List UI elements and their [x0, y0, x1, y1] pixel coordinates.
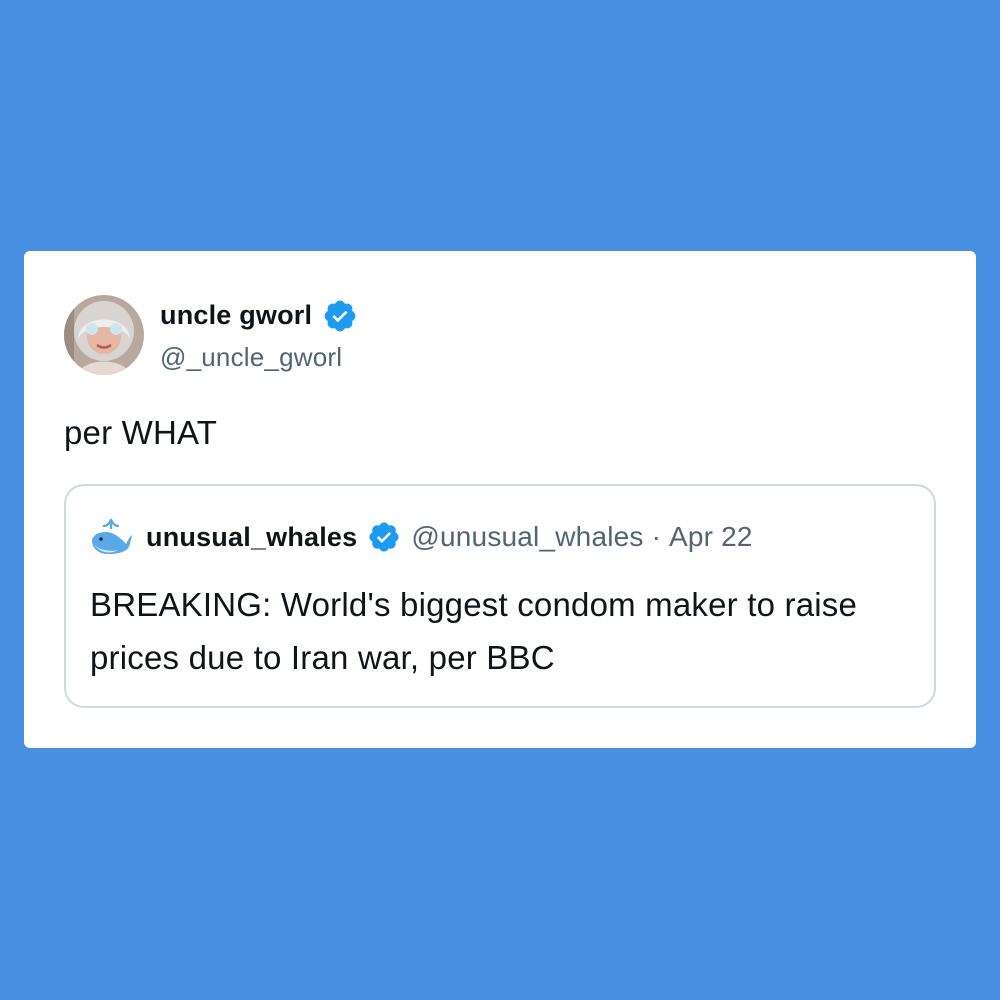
author-text: uncle gworl @_uncle_gworl: [160, 298, 358, 373]
display-name[interactable]: uncle gworl: [160, 300, 312, 331]
profile-photo-icon: [64, 295, 144, 375]
verified-badge-icon: [322, 298, 358, 334]
quoted-tweet[interactable]: unusual_whales @unusual_whales · Apr 22 …: [64, 484, 936, 708]
avatar[interactable]: [64, 295, 144, 375]
whale-emoji-icon: [88, 514, 134, 560]
author-handle[interactable]: @_uncle_gworl: [160, 342, 358, 373]
separator-dot: ·: [651, 521, 661, 552]
name-row: uncle gworl: [160, 298, 358, 334]
quoted-tweet-header: unusual_whales @unusual_whales · Apr 22: [88, 514, 753, 560]
quoted-tweet-text: BREAKING: World's biggest condom maker t…: [90, 586, 858, 676]
tweet-author: uncle gworl @_uncle_gworl: [64, 295, 358, 375]
verified-badge-icon: [367, 520, 401, 554]
tweet-card: uncle gworl @_uncle_gworl per WHAT unusu…: [24, 251, 976, 748]
quoted-date[interactable]: Apr 22: [669, 521, 753, 553]
quoted-handle[interactable]: @unusual_whales: [411, 521, 643, 553]
quoted-display-name[interactable]: unusual_whales: [146, 522, 357, 553]
tweet-text: per WHAT: [64, 414, 218, 451]
